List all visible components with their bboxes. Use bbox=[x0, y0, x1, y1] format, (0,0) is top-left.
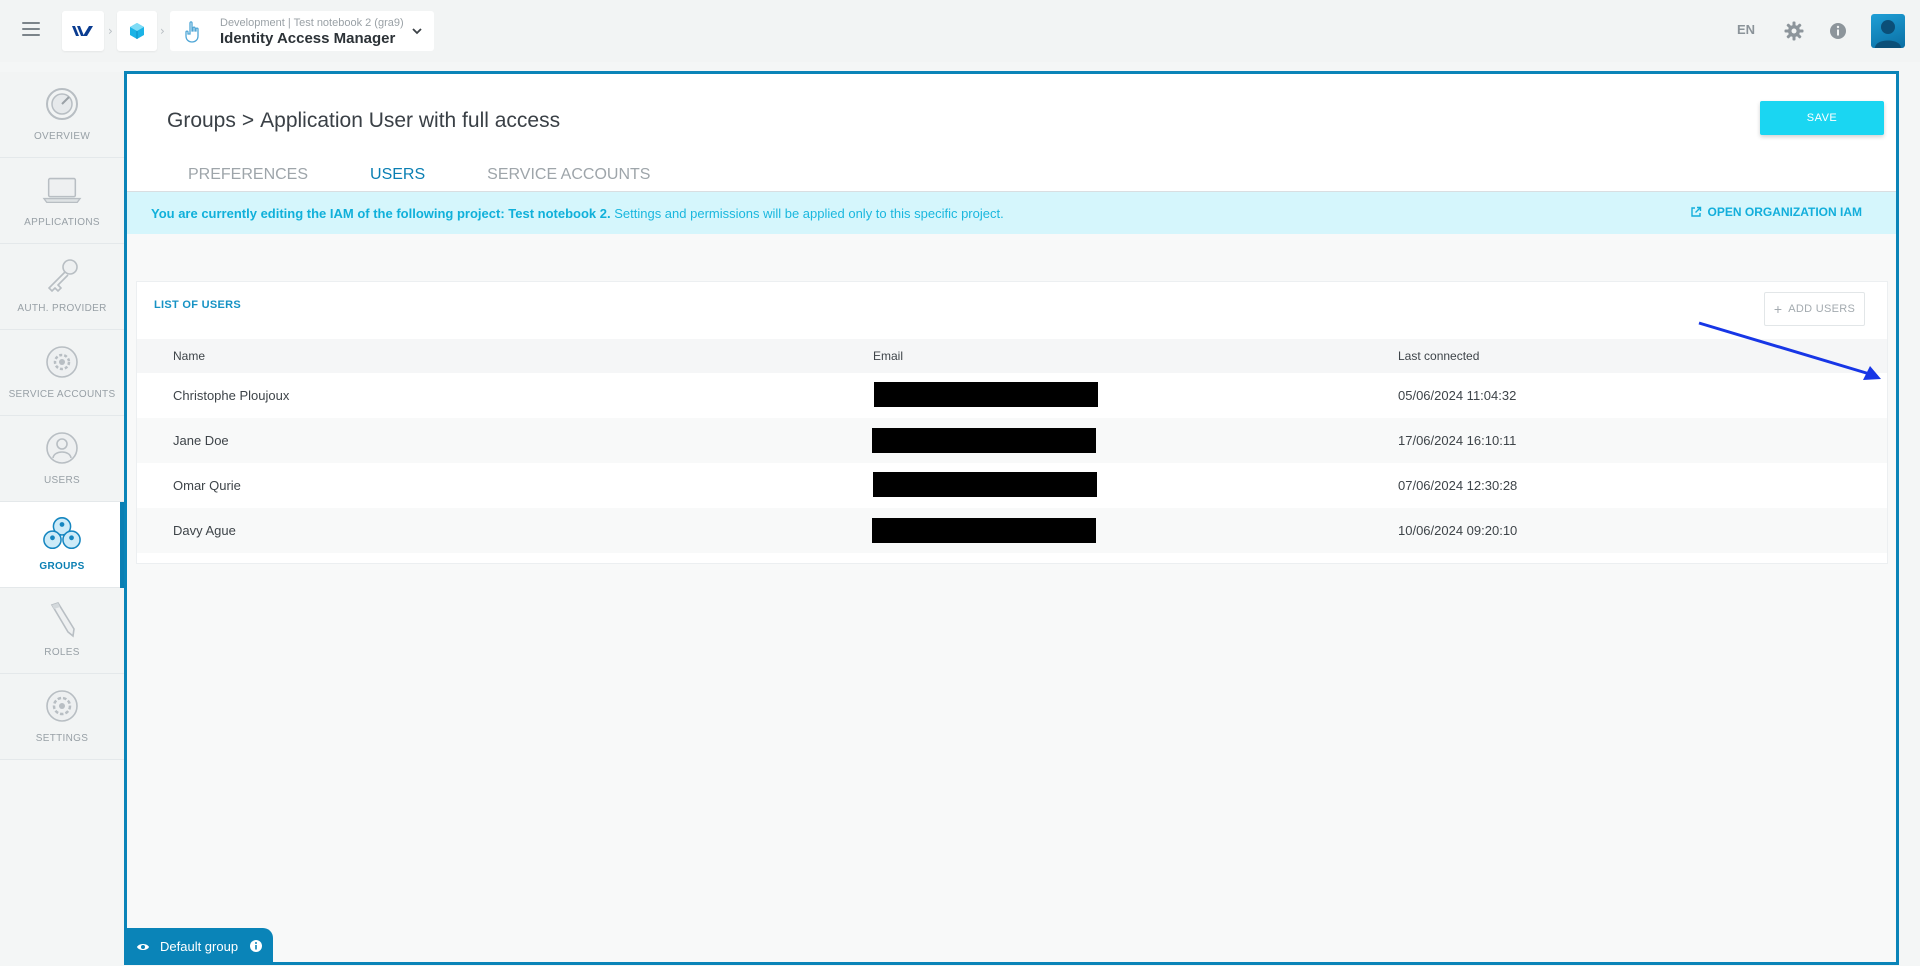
app-name: Identity Access Manager bbox=[220, 30, 396, 47]
page-title: Groups > Application User with full acce… bbox=[167, 109, 560, 133]
breadcrumb-groups-link[interactable]: Groups bbox=[167, 109, 236, 133]
card-title: LIST OF USERS bbox=[154, 299, 242, 311]
user-name: Davy Ague bbox=[173, 523, 236, 538]
nav-label: SETTINGS bbox=[35, 733, 89, 744]
side-navigation: OVERVIEW APPLICATIONS AUTH. PROVIDER SER… bbox=[0, 72, 124, 760]
nav-label: GROUPS bbox=[39, 561, 85, 572]
open-iam-label: OPEN ORGANIZATION IAM bbox=[1707, 205, 1862, 219]
app-switcher[interactable]: Development | Test notebook 2 (gra9) Ide… bbox=[170, 11, 434, 51]
info-icon[interactable] bbox=[1828, 21, 1848, 41]
nav-item-groups[interactable]: GROUPS bbox=[0, 502, 124, 588]
breadcrumb-chevron-icon: › bbox=[108, 24, 113, 38]
table-row[interactable]: Christophe Ploujoux 05/06/2024 11:04:32 bbox=[137, 373, 1887, 418]
column-header-name[interactable]: Name bbox=[173, 339, 205, 373]
default-group-badge[interactable]: Default group bbox=[124, 928, 273, 965]
add-users-label: ADD USERS bbox=[1788, 303, 1856, 315]
column-header-last-connected[interactable]: Last connected bbox=[1398, 339, 1479, 373]
overview-icon bbox=[42, 84, 82, 124]
plus-icon: + bbox=[1773, 301, 1783, 317]
table-row[interactable]: Davy Ague 10/06/2024 09:20:10 bbox=[137, 508, 1887, 553]
users-card: LIST OF USERS + ADD USERS Name Email Las… bbox=[136, 281, 1888, 564]
breadcrumb-chevron-icon: › bbox=[160, 24, 165, 38]
nav-item-overview[interactable]: OVERVIEW bbox=[0, 72, 124, 158]
external-link-icon bbox=[1690, 206, 1701, 217]
user-name: Omar Qurie bbox=[173, 478, 241, 493]
nav-item-settings[interactable]: SETTINGS bbox=[0, 674, 124, 760]
last-connected: 17/06/2024 16:10:11 bbox=[1398, 433, 1517, 448]
ovh-logo-icon bbox=[72, 26, 93, 36]
nav-label: USERS bbox=[44, 475, 80, 486]
cube-icon bbox=[130, 23, 144, 39]
nav-item-users[interactable]: USERS bbox=[0, 416, 124, 502]
user-name: Jane Doe bbox=[173, 433, 229, 448]
redacted-email bbox=[873, 472, 1097, 497]
gear-badge-icon bbox=[42, 342, 82, 382]
table-row[interactable]: Jane Doe 17/06/2024 16:10:11 bbox=[137, 418, 1887, 463]
redacted-email bbox=[874, 382, 1098, 407]
group-name: Application User with full access bbox=[260, 109, 561, 132]
nav-label: OVERVIEW bbox=[33, 131, 91, 142]
top-bar: › › Development | Test notebook 2 (gra9)… bbox=[0, 0, 1920, 62]
hand-pointer-icon bbox=[185, 21, 199, 43]
laptop-icon bbox=[42, 170, 82, 210]
last-connected: 07/06/2024 12:30:28 bbox=[1398, 478, 1518, 493]
user-name: Christophe Ploujoux bbox=[173, 388, 290, 403]
table-header: Name Email Last connected bbox=[137, 339, 1887, 373]
nav-label: SERVICE ACCOUNTS bbox=[8, 389, 116, 400]
nav-item-roles[interactable]: ROLES bbox=[0, 588, 124, 674]
user-silhouette-icon bbox=[1875, 20, 1901, 48]
banner-bold-text: You are currently editing the IAM of the… bbox=[151, 205, 611, 221]
chevron-down-icon[interactable] bbox=[410, 24, 424, 38]
project-context-text: Development | Test notebook 2 (gra9) bbox=[220, 17, 404, 29]
nav-label: AUTH. PROVIDER bbox=[17, 303, 107, 314]
nav-item-service-accounts[interactable]: SERVICE ACCOUNTS bbox=[0, 330, 124, 416]
eye-icon bbox=[137, 943, 149, 950]
breadcrumb-separator: > bbox=[241, 109, 255, 132]
save-button[interactable]: SAVE bbox=[1760, 101, 1884, 135]
users-table: Name Email Last connected Christophe Plo… bbox=[137, 339, 1887, 553]
project-scope-banner: You are currently editing the IAM of the… bbox=[127, 192, 1896, 234]
menu-icon[interactable] bbox=[22, 22, 40, 36]
banner-text: Settings and permissions will be applied… bbox=[610, 205, 1004, 221]
last-connected: 10/06/2024 09:20:10 bbox=[1398, 523, 1518, 538]
nav-label: APPLICATIONS bbox=[24, 217, 100, 228]
last-connected: 05/06/2024 11:04:32 bbox=[1398, 388, 1517, 403]
redacted-email bbox=[872, 518, 1096, 543]
table-row[interactable]: Omar Qurie 07/06/2024 12:30:28 bbox=[137, 463, 1887, 508]
column-header-email[interactable]: Email bbox=[873, 339, 903, 373]
project-cube-button[interactable] bbox=[117, 11, 157, 51]
default-group-label: Default group bbox=[160, 939, 239, 954]
main-panel: Groups > Application User with full acce… bbox=[124, 71, 1899, 965]
language-selector[interactable]: EN bbox=[1737, 22, 1755, 37]
user-avatar[interactable] bbox=[1871, 14, 1905, 48]
settings-icon bbox=[42, 686, 82, 726]
pencil-icon bbox=[42, 600, 82, 640]
user-icon bbox=[42, 428, 82, 468]
open-organization-iam-link[interactable]: OPEN ORGANIZATION IAM bbox=[1690, 205, 1862, 219]
group-icon bbox=[42, 514, 82, 554]
redacted-email bbox=[872, 428, 1096, 453]
ovh-logo-button[interactable] bbox=[62, 11, 104, 51]
info-icon[interactable] bbox=[249, 939, 263, 953]
annotation-arrow-icon bbox=[1698, 321, 1881, 380]
key-icon bbox=[42, 256, 82, 296]
nav-label: ROLES bbox=[44, 647, 80, 658]
nav-item-applications[interactable]: APPLICATIONS bbox=[0, 158, 124, 244]
nav-item-auth-provider[interactable]: AUTH. PROVIDER bbox=[0, 244, 124, 330]
gear-icon[interactable] bbox=[1783, 20, 1805, 42]
